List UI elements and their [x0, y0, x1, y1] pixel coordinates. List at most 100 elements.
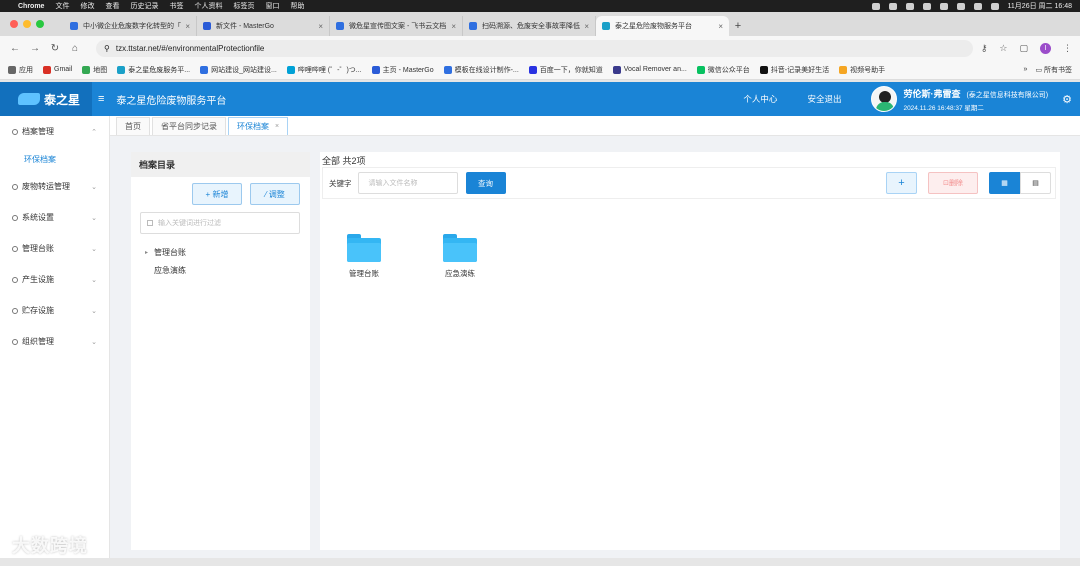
chevron-down-icon: ⌄ — [91, 276, 97, 284]
more-bookmarks-icon[interactable]: » — [1024, 66, 1028, 73]
browser-tab-title: 微危星宣传图文案 - 飞书云文档 — [349, 23, 447, 30]
tab-env-archive[interactable]: 环保档案 × — [228, 117, 289, 135]
menu-edit[interactable]: 修改 — [80, 1, 94, 11]
bookmark-item[interactable]: 模板在线设计制作-... — [443, 65, 519, 75]
forward-icon[interactable]: → — [28, 43, 42, 54]
bookmark-item[interactable]: 泰之星危废服务平... — [117, 65, 190, 75]
status-icon[interactable] — [888, 2, 897, 10]
logout-link[interactable]: 安全退出 — [807, 93, 841, 105]
close-tab-icon[interactable]: × — [275, 123, 279, 130]
tree-node-drill[interactable]: 应急演练 — [145, 261, 186, 279]
tab-sync-records[interactable]: 省平台同步记录 — [152, 117, 226, 135]
bookmark-item[interactable]: 网站建设_网站建设... — [200, 65, 277, 75]
adjust-directory-button[interactable]: ⁄ 调整 — [250, 183, 300, 205]
close-tab-icon[interactable]: × — [318, 22, 323, 31]
gear-icon[interactable]: ⚙ — [1062, 93, 1072, 106]
personal-center-link[interactable]: 个人中心 — [743, 93, 777, 105]
close-tab-icon[interactable]: × — [584, 22, 589, 31]
directory-filter-input[interactable]: 输入关键词进行过滤 — [140, 212, 300, 234]
extensions-icon[interactable]: ▢ — [1019, 43, 1028, 54]
gmail-icon — [43, 65, 51, 74]
sidebar-item-transfer[interactable]: 废物转运管理 ⌄ — [0, 171, 109, 202]
maximize-window-button[interactable] — [36, 20, 44, 28]
bookmark-item[interactable]: Gmail — [43, 65, 72, 74]
battery-icon[interactable] — [956, 2, 965, 10]
sidebar-item-generation[interactable]: 产生设施 ⌄ — [0, 264, 109, 295]
password-key-icon[interactable]: ⚷ — [981, 43, 988, 54]
sidebar-item-storage[interactable]: 贮存设施 ⌄ — [0, 295, 109, 326]
sidebar-subitem-env-archive[interactable]: 环保档案 — [0, 147, 109, 171]
menu-help[interactable]: 帮助 — [290, 1, 304, 11]
sidebar-item-archive[interactable]: 档案管理 ⌃ — [0, 116, 109, 147]
wifi-icon[interactable] — [973, 2, 982, 10]
menu-toggle-icon[interactable]: ≡ — [98, 93, 104, 105]
close-tab-icon[interactable]: × — [718, 22, 723, 31]
menu-tabs[interactable]: 标签页 — [233, 1, 254, 11]
browser-tab-active[interactable]: 泰之星危险废物服务平台 × — [596, 16, 729, 36]
browser-tabstrip: 中小微企业危废数字化转型的「 × 新文件 - MasterGo × 微危星宣传图… — [0, 12, 1080, 36]
home-icon[interactable]: ⌂ — [68, 43, 82, 54]
all-bookmarks-folder[interactable]: ▭ 所有书签 — [1035, 65, 1072, 75]
bookmark-item[interactable]: 应用 — [8, 65, 33, 75]
avatar[interactable] — [871, 86, 898, 112]
close-tab-icon[interactable]: × — [185, 22, 190, 31]
bilibili-icon — [286, 65, 295, 74]
close-window-button[interactable] — [10, 20, 18, 28]
app-logo[interactable]: 泰之星 — [0, 82, 92, 116]
bookmark-item[interactable]: 哔哩哔哩 (゜-゜)つ... — [286, 65, 362, 75]
bookmark-item[interactable]: 地图 — [82, 65, 107, 75]
address-bar[interactable]: ⚲ tzx.ttstar.net/#/environmentalProtecti… — [96, 39, 973, 57]
headphones-icon[interactable] — [922, 2, 931, 10]
bluetooth-icon[interactable] — [939, 2, 948, 10]
menu-app[interactable]: Chrome — [18, 3, 44, 10]
menu-history[interactable]: 历史记录 — [130, 1, 158, 11]
delete-button[interactable]: ⊡ 删除 — [928, 172, 978, 194]
browser-tab[interactable]: 扫码溯源、危废安全事故率降低 × — [463, 16, 596, 36]
list-view-button[interactable]: ▤ — [1020, 172, 1051, 194]
bookmark-item[interactable]: 视频号助手 — [839, 65, 885, 75]
sidebar-item-settings[interactable]: 系统设置 ⌄ — [0, 202, 109, 233]
profile-avatar[interactable]: I — [1040, 42, 1051, 54]
bookmark-item[interactable]: 抖音-记录美好生活 — [759, 65, 829, 75]
close-tab-icon[interactable]: × — [451, 22, 456, 31]
bookmark-item[interactable]: Vocal Remover an... — [612, 65, 687, 74]
tree-node-ledger[interactable]: ▸ 管理台账 — [145, 243, 186, 261]
tab-favicon-icon — [203, 22, 211, 30]
back-icon[interactable]: ← — [8, 43, 22, 54]
bookmark-star-icon[interactable]: ☆ — [999, 43, 1007, 54]
browser-tab[interactable]: 新文件 - MasterGo × — [197, 16, 330, 36]
caret-right-icon[interactable]: ▸ — [145, 249, 154, 256]
browser-tab[interactable]: 微危星宣传图文案 - 飞书云文档 × — [330, 16, 463, 36]
bookmark-item[interactable]: 百度一下，你就知道 — [528, 65, 603, 75]
grid-view-button[interactable]: ▦ — [989, 172, 1020, 194]
query-button[interactable]: 查询 — [465, 172, 506, 194]
keyword-label: 关键字 — [329, 178, 352, 188]
site-settings-icon[interactable]: ⚲ — [104, 44, 110, 53]
sidebar-item-organization[interactable]: 组织管理 ⌄ — [0, 326, 109, 357]
bookmark-item[interactable]: 微信公众平台 — [696, 65, 750, 75]
menu-file[interactable]: 文件 — [55, 1, 69, 11]
sidebar-item-ledger[interactable]: 管理台账 ⌄ — [0, 233, 109, 264]
search-icon[interactable] — [990, 2, 999, 10]
tab-home[interactable]: 首页 — [116, 117, 150, 135]
keyword-input[interactable]: 请输入文件名称 — [357, 172, 458, 194]
menubar-clock[interactable]: 11月26日 周二 16:48 — [1008, 1, 1072, 11]
wechat-icon[interactable] — [905, 2, 914, 10]
add-directory-button[interactable]: + 新增 — [192, 183, 242, 205]
browser-tab[interactable]: 中小微企业危废数字化转型的「 × — [64, 16, 197, 36]
menu-view[interactable]: 查看 — [105, 1, 119, 11]
chrome-menu-icon[interactable]: ⋮ — [1063, 43, 1072, 54]
minimize-window-button[interactable] — [23, 20, 31, 28]
new-tab-button[interactable]: + — [729, 16, 747, 36]
menu-bookmarks[interactable]: 书签 — [169, 1, 183, 11]
bookmark-item[interactable]: 主页 - MasterGo — [371, 65, 434, 75]
menu-window[interactable]: 窗口 — [265, 1, 279, 11]
chevron-down-icon: ⌄ — [91, 183, 97, 191]
add-file-button[interactable]: + — [886, 172, 917, 194]
ledger-icon — [12, 245, 18, 252]
status-icon[interactable] — [871, 2, 880, 10]
folder-item-drill[interactable]: 应急演练 — [430, 234, 490, 279]
menu-profile[interactable]: 个人资料 — [194, 1, 222, 11]
reload-icon[interactable]: ↻ — [48, 43, 62, 54]
folder-item-ledger[interactable]: 管理台账 — [334, 234, 394, 279]
